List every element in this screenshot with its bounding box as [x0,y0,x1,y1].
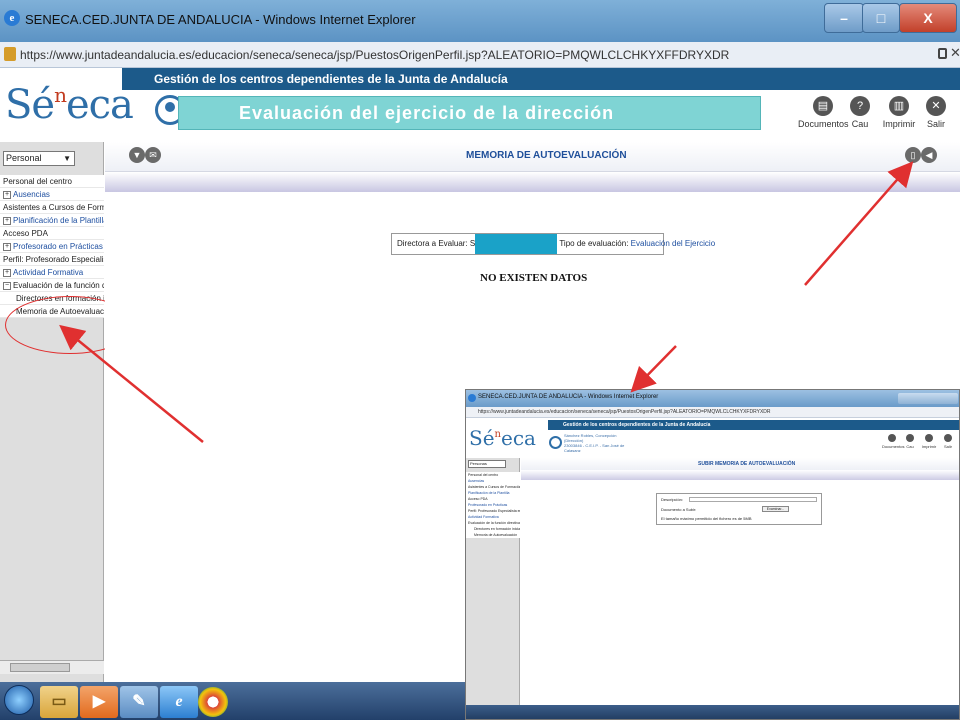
header-band [105,172,960,192]
chrome-taskbar-icon[interactable] [198,687,228,717]
filter-icon[interactable]: ▼ [129,147,145,163]
inset-app-title-strip: Gestión de los centros dependientes de l… [548,420,959,430]
menu-item-evaluacion-directiva[interactable]: −Evaluación de la función directiva [0,279,104,292]
paint-taskbar-icon[interactable]: ✎ [120,686,158,718]
ie-logo-icon [468,394,476,402]
expand-icon[interactable]: + [3,190,11,199]
sidebar-scrollbar[interactable] [0,660,104,674]
app-title: Gestión de los centros dependientes de l… [154,72,508,86]
chevron-down-icon: ▼ [63,154,71,163]
exit-button[interactable]: ✕ Salir [911,96,960,129]
evaluation-info-box: Directora a Evaluar: S Tipo de evaluació… [391,233,715,255]
help-icon [906,434,914,442]
scrollbar-thumb[interactable] [10,663,70,672]
inset-print-button: Imprimir [919,434,939,449]
inset-header-band [521,470,959,480]
url-text[interactable]: https://www.juntadeandalucia.es/educacio… [20,48,729,62]
inset-seneca-logo: Séneca [469,426,536,450]
inset-description-field [689,497,817,502]
documents-icon [888,434,896,442]
lock-icon[interactable] [938,48,947,59]
highlight-banner: Evaluación del ejercicio de la dirección [178,96,761,130]
expand-icon[interactable]: + [3,216,11,225]
exit-icon: ✕ [926,96,946,116]
ie-logo-icon: e [4,10,20,26]
menu-item-perfil-especialista[interactable]: Perfil: Profesorado Especialista en F [0,253,104,266]
inset-screenshot: SENECA.CED.JUNTA DE ANDALUCIA - Windows … [465,389,960,720]
expand-icon[interactable]: + [3,242,11,251]
inset-address-bar: https://www.juntadeandalucia.es/educacio… [466,407,959,418]
menu-item-actividad-formativa[interactable]: + Actividad Formativa [0,266,104,279]
explorer-taskbar-icon[interactable]: ▭ [40,686,78,718]
window-title: SENECA.CED.JUNTA DE ANDALUCIA - Windows … [25,12,416,27]
inset-cau-button: Cau [900,434,920,449]
section-title: MEMORIA DE AUTOEVALUACIÓN [466,150,627,161]
maximize-button[interactable]: □ [862,3,900,33]
seneca-logo: Séneca [5,82,134,128]
menu-item-planificacion-plantilla[interactable]: + Planificación de la Plantilla [0,214,104,227]
banner-text: Evaluación del ejercicio de la dirección [239,103,615,123]
expand-icon[interactable]: + [3,268,11,277]
collapse-icon[interactable]: − [3,281,11,290]
address-bar[interactable]: https://www.juntadeandalucia.es/educacio… [0,42,960,68]
menu-item-asistentes-cursos[interactable]: Asistentes a Cursos de Formación [0,201,104,214]
menu-item-acceso-pda[interactable]: Acceso PDA [0,227,104,240]
exit-icon [944,434,952,442]
annotation-text: Para cargar un archivo con la Memoria [692,296,878,340]
profile-select[interactable]: Personal ▼ [3,151,75,166]
inset-profile-select: Personas [468,460,506,468]
inset-user-info: Sánchez Robles, Concepción (Dirección) 2… [564,433,625,453]
minimize-button[interactable]: – [824,3,864,33]
menu-item-profesorado-practicas[interactable]: + Profesorado en Prácticas [0,240,104,253]
window-titlebar: e SENECA.CED.JUNTA DE ANDALUCIA - Window… [0,0,960,42]
stop-icon[interactable]: ✕ [950,45,960,61]
inset-window-buttons [898,393,958,404]
redacted-name [475,234,558,254]
inset-menu: Personal del centro Ausencias Asistentes… [466,472,520,538]
print-icon [925,434,933,442]
menu-item-ausencias[interactable]: + Ausencias [0,188,104,201]
internet-explorer-taskbar-icon[interactable]: e [160,686,198,718]
documents-icon: ▤ [813,96,833,116]
inset-upload-form: Descripción: Documento a Subir: Examinar… [656,493,822,525]
inset-taskbar [466,705,959,719]
close-button[interactable]: X [899,3,957,33]
media-player-taskbar-icon[interactable]: ▶ [80,686,118,718]
start-button[interactable] [4,685,34,715]
page-icon [4,47,16,61]
mail-icon[interactable]: ✉ [145,147,161,163]
no-data-message: NO EXISTEN DATOS [480,272,588,284]
menu-item-personal-centro[interactable]: Personal del centro [0,175,104,188]
upload-document-icon[interactable]: ▯ [905,147,921,163]
app-title-strip: Gestión de los centros dependientes de l… [122,68,960,90]
help-icon: ? [850,96,870,116]
inset-exit-button: Salir [938,434,958,449]
inset-user-avatar-icon [549,436,562,449]
inset-section-title: SUBIR MEMORIA DE AUTOEVALUACIÓN [698,461,796,467]
print-icon: ▥ [889,96,909,116]
inset-browse-button: Examinar... [762,506,789,512]
inset-documents-button: Documentos [882,434,904,449]
back-arrow-icon[interactable]: ◀ [921,147,937,163]
inset-titlebar: SENECA.CED.JUNTA DE ANDALUCIA - Windows … [466,390,959,407]
